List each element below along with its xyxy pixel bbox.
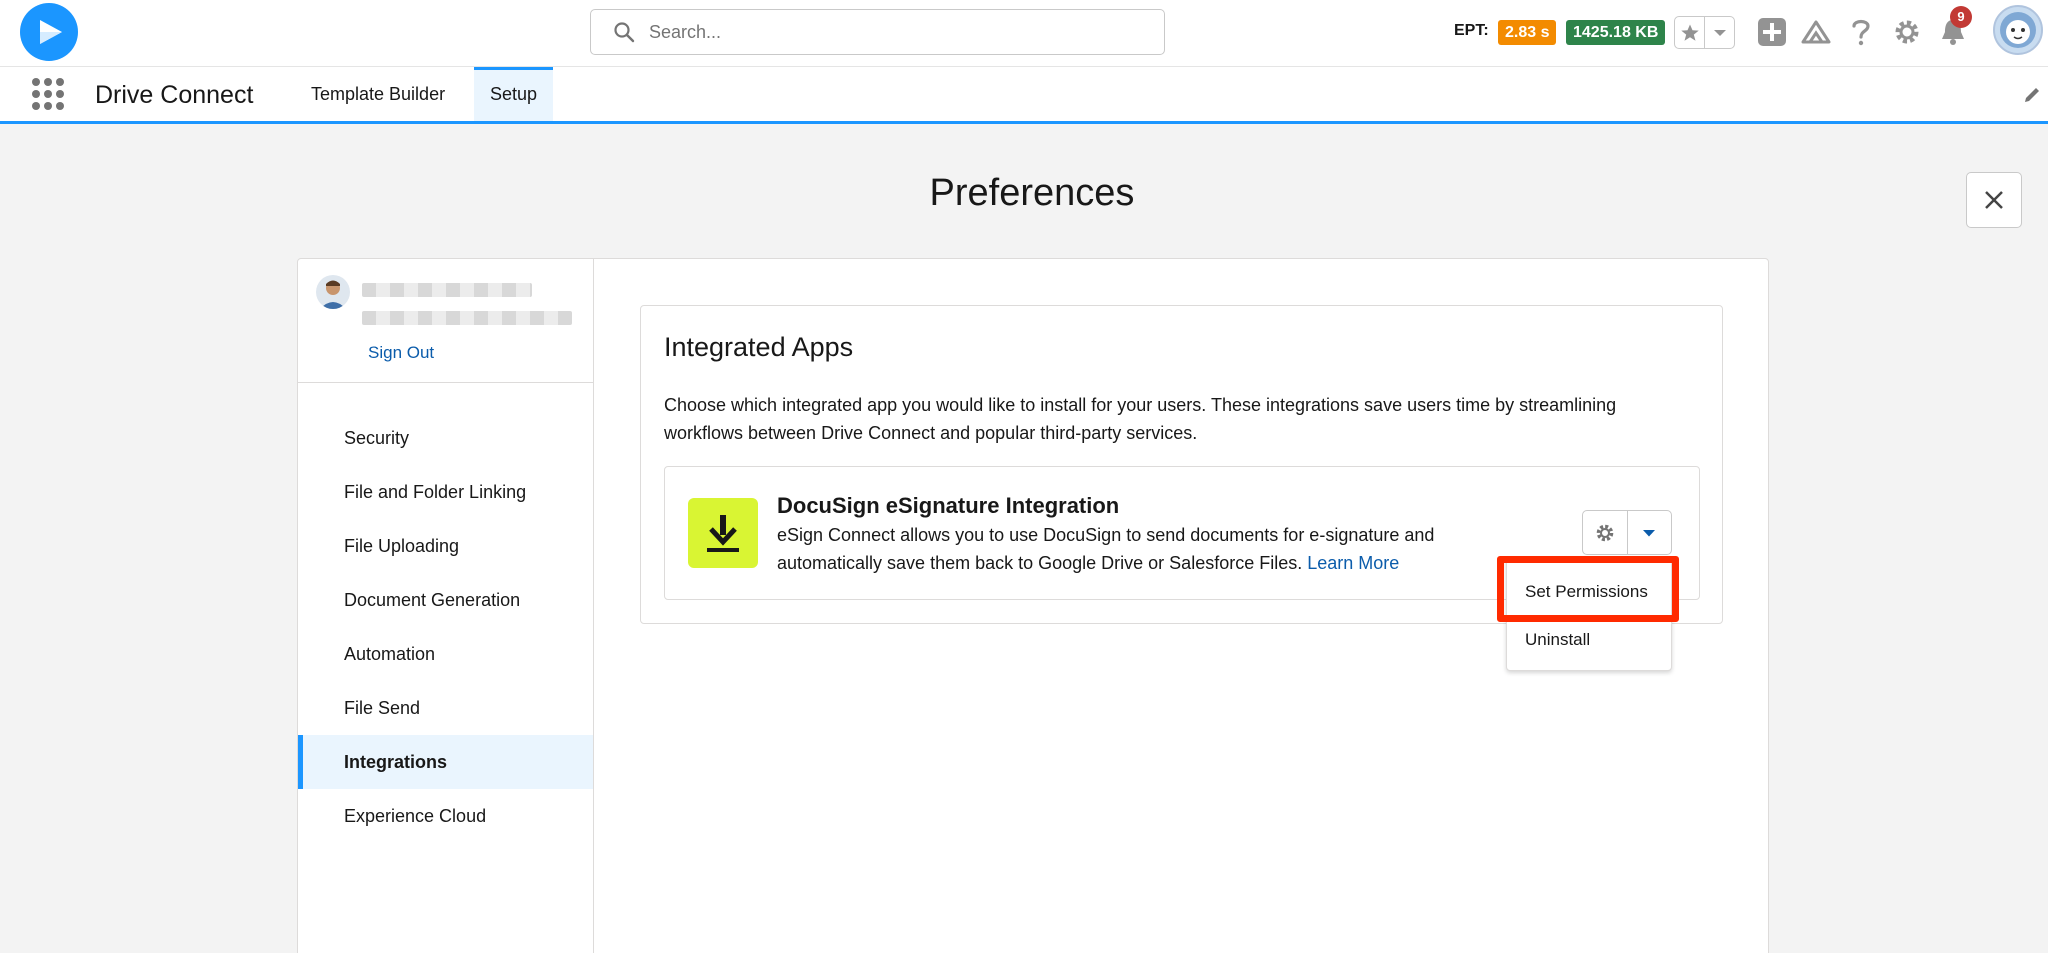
global-header: Search... EPT: 2.83 s 1425.18 KB 9 bbox=[0, 0, 2048, 67]
app-navigation-bar: Drive Connect Template Builder Setup bbox=[0, 67, 2048, 124]
settings-gear-button[interactable] bbox=[1583, 511, 1628, 554]
docusign-download-icon bbox=[688, 498, 758, 568]
nav-item-experience-cloud[interactable]: Experience Cloud bbox=[298, 789, 593, 843]
gear-icon bbox=[1596, 524, 1614, 541]
tab-setup[interactable]: Setup bbox=[474, 67, 554, 121]
help-icon[interactable] bbox=[1843, 14, 1879, 50]
nav-item-integrations[interactable]: Integrations bbox=[298, 735, 593, 789]
app-logo-icon[interactable] bbox=[20, 3, 78, 61]
nav-item-file-folder-linking[interactable]: File and Folder Linking bbox=[298, 465, 593, 519]
ept-size-badge: 1425.18 KB bbox=[1566, 20, 1666, 45]
favorites-chevron-down-icon[interactable] bbox=[1705, 17, 1734, 48]
global-add-icon[interactable] bbox=[1754, 14, 1790, 50]
ept-label: EPT: bbox=[1454, 22, 1489, 39]
app-launcher-icon[interactable] bbox=[32, 78, 64, 110]
app-description: eSign Connect allows you to use DocuSign… bbox=[777, 521, 1537, 577]
redacted-user-name bbox=[362, 283, 532, 297]
sign-out-link[interactable]: Sign Out bbox=[368, 343, 434, 363]
nav-item-security[interactable]: Security bbox=[298, 411, 593, 465]
menu-item-uninstall[interactable]: Uninstall bbox=[1525, 630, 1590, 650]
learn-more-link[interactable]: Learn More bbox=[1307, 553, 1399, 573]
app-title: DocuSign eSignature Integration bbox=[777, 493, 1120, 518]
close-button[interactable] bbox=[1966, 172, 2022, 228]
setup-gear-icon[interactable] bbox=[1889, 14, 1925, 50]
tab-template-builder[interactable]: Template Builder bbox=[295, 67, 461, 121]
redacted-user-email bbox=[362, 311, 572, 325]
favorite-star-icon[interactable] bbox=[1675, 17, 1705, 48]
section-description: Choose which integrated app you would li… bbox=[664, 395, 1617, 443]
trailhead-icon[interactable] bbox=[1798, 14, 1834, 50]
app-actions-button-group bbox=[1582, 510, 1672, 555]
ept-time-badge: 2.83 s bbox=[1498, 20, 1557, 45]
app-name: Drive Connect bbox=[95, 81, 254, 109]
chevron-down-icon bbox=[1643, 529, 1656, 536]
edit-nav-pencil-icon[interactable] bbox=[2022, 85, 2042, 105]
page-title: Preferences bbox=[929, 172, 1135, 214]
favorites-button-group bbox=[1674, 16, 1735, 49]
nav-item-automation[interactable]: Automation bbox=[298, 627, 593, 681]
highlight-annotation-box bbox=[1497, 556, 1679, 622]
user-info: Sign Out bbox=[298, 259, 593, 383]
nav-item-file-uploading[interactable]: File Uploading bbox=[298, 519, 593, 573]
nav-item-file-send[interactable]: File Send bbox=[298, 681, 593, 735]
search-icon bbox=[614, 22, 635, 43]
notification-count-badge: 9 bbox=[1950, 6, 1972, 28]
search-placeholder: Search... bbox=[649, 21, 722, 42]
user-avatar[interactable] bbox=[1993, 5, 2043, 55]
nav-item-document-generation[interactable]: Document Generation bbox=[298, 573, 593, 627]
section-title: Integrated Apps bbox=[664, 332, 854, 362]
user-avatar-small bbox=[316, 275, 350, 309]
close-icon bbox=[1985, 191, 2003, 209]
actions-dropdown-button[interactable] bbox=[1628, 511, 1672, 554]
preferences-nav-list: Security File and Folder Linking File Up… bbox=[298, 383, 593, 843]
global-search-input[interactable]: Search... bbox=[590, 9, 1165, 55]
preferences-sidebar: Sign Out Security File and Folder Linkin… bbox=[298, 259, 594, 953]
